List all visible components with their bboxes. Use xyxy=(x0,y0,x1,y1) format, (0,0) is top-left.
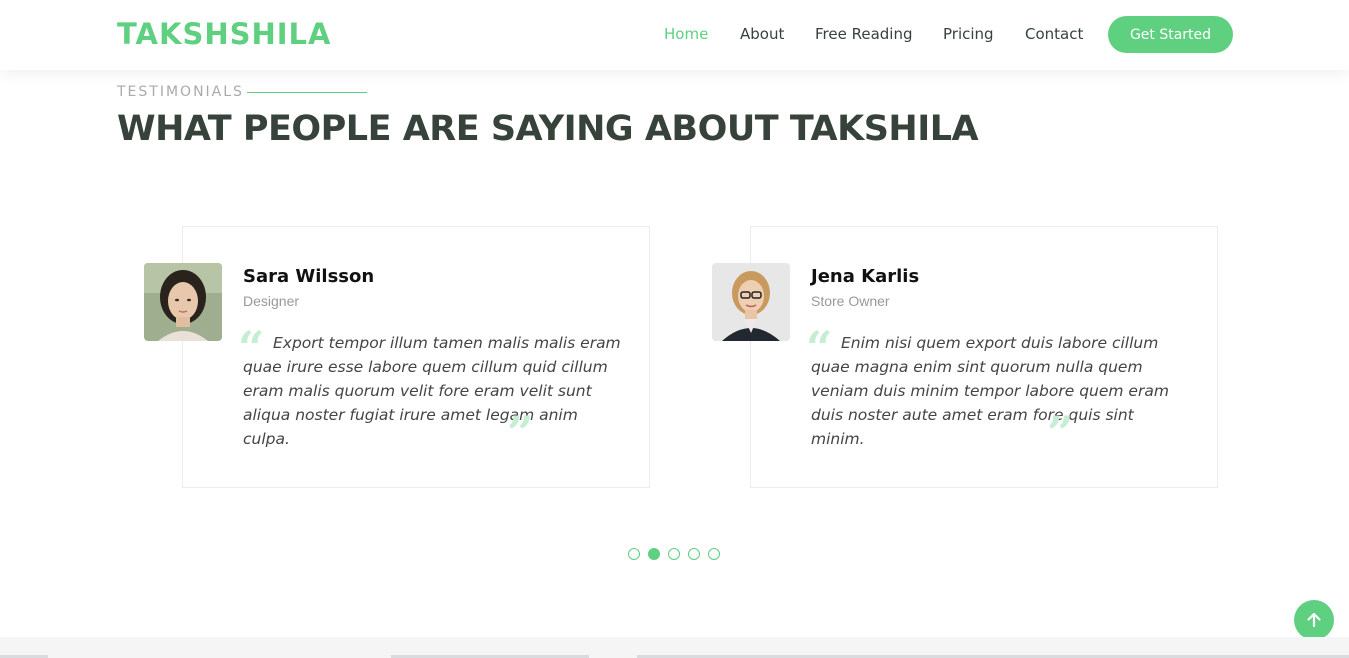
avatar xyxy=(712,263,790,341)
section-title: WHAT PEOPLE ARE SAYING ABOUT TAKSHILA xyxy=(117,109,979,149)
get-started-button[interactable]: Get Started xyxy=(1108,16,1233,53)
testimonial-name: Jena Karlis xyxy=(811,266,920,287)
nav-link-home[interactable]: Home xyxy=(664,24,708,44)
testimonial-role: Designer xyxy=(243,293,300,309)
pagination-dot[interactable] xyxy=(708,548,720,560)
back-to-top-button[interactable] xyxy=(1294,600,1334,640)
main-nav: Home About Free Reading Pricing Contact … xyxy=(0,0,1349,70)
pagination-dot[interactable] xyxy=(688,548,700,560)
arrow-up-icon xyxy=(1307,612,1321,628)
testimonial-quote: Export tempor illum tamen malis malis er… xyxy=(243,334,621,448)
nav-link-free-reading[interactable]: Free Reading xyxy=(815,24,913,44)
section-eyebrow: TESTIMONIALS xyxy=(117,84,244,100)
quote-right-icon: ” xyxy=(507,406,534,460)
site-header: TAKSHSHILA Home About Free Reading Prici… xyxy=(0,0,1349,70)
testimonial-quote: Enim nisi quem export duis labore cillum… xyxy=(811,334,1169,448)
avatar xyxy=(144,263,222,341)
nav-link-pricing[interactable]: Pricing xyxy=(943,24,994,44)
testimonial-name: Sara Wilsson xyxy=(243,266,375,287)
pagination-dot-active[interactable] xyxy=(648,548,660,560)
pagination-dot[interactable] xyxy=(668,548,680,560)
nav-link-about[interactable]: About xyxy=(740,24,784,44)
nav-link-contact[interactable]: Contact xyxy=(1025,24,1083,44)
testimonial-role: Store Owner xyxy=(811,293,890,309)
pagination-dot[interactable] xyxy=(628,548,640,560)
eyebrow-divider xyxy=(247,92,367,93)
quote-right-icon: ” xyxy=(1047,406,1074,460)
